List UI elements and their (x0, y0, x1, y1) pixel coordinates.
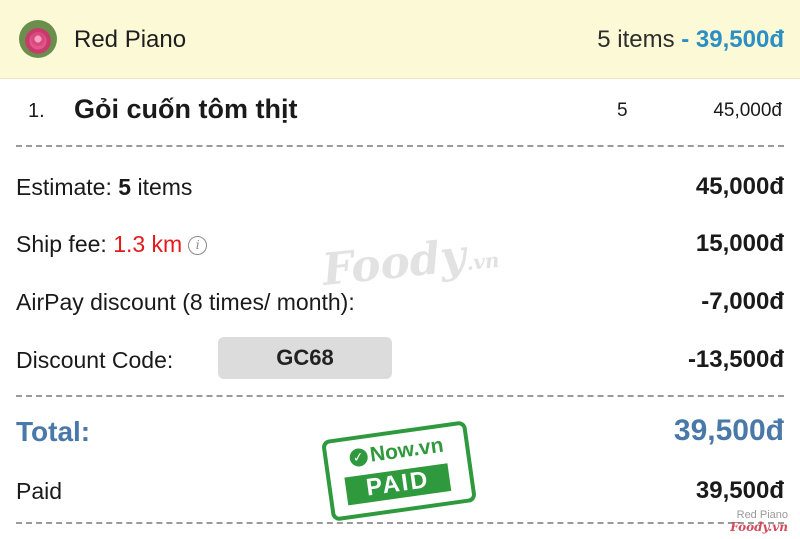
airpay-discount-label: AirPay discount (8 times/ month): (16, 289, 355, 315)
order-item-row: 1. Gỏi cuốn tôm thịt 5 45,000đ (0, 78, 800, 144)
estimate-row: Estimate: 5 items 45,000đ (16, 168, 784, 208)
airpay-discount-value: -7,000đ (701, 288, 784, 315)
estimate-value: 45,000đ (695, 173, 784, 200)
ship-fee-value: 15,000đ (695, 230, 784, 257)
check-icon: ✓ (348, 447, 369, 468)
item-index: 1. (28, 100, 45, 122)
airpay-discount-row: AirPay discount (8 times/ month): -7,000… (16, 283, 784, 323)
header-total: 39,500đ (695, 26, 784, 53)
discount-code-box[interactable]: GC68 (218, 337, 392, 379)
divider (16, 145, 784, 147)
corner-watermark: Red Piano Foody.vn (730, 509, 788, 534)
shop-name: Red Piano (74, 26, 187, 53)
total-label: Total: (16, 416, 91, 447)
divider (16, 522, 784, 524)
item-quantity: 5 (617, 100, 628, 121)
discount-code-value: -13,500đ (687, 346, 784, 373)
shop-avatar (19, 20, 57, 58)
paid-label: Paid (16, 478, 63, 504)
paid-value: 39,500đ (695, 477, 784, 504)
header-items-count: 5 items (597, 26, 675, 53)
order-header: Red Piano 5 items - 39,500đ (0, 0, 800, 79)
estimate-label: Estimate: 5 items (16, 174, 193, 200)
discount-code-label: Discount Code: (16, 347, 174, 373)
divider (16, 395, 784, 397)
ship-fee-label: Ship fee: 1.3 km i (16, 231, 208, 258)
info-icon[interactable]: i (188, 236, 208, 255)
item-price: 45,000đ (713, 100, 782, 121)
discount-code-row: Discount Code: GC68 -13,500đ (16, 337, 784, 381)
item-name: Gỏi cuốn tôm thịt (74, 94, 298, 124)
header-separator: - (681, 26, 690, 53)
total-value: 39,500đ (673, 414, 784, 447)
header-summary: 5 items - 39,500đ (597, 26, 784, 54)
ship-fee-row: Ship fee: 1.3 km i 15,000đ (16, 225, 784, 265)
ship-distance: 1.3 km (113, 231, 183, 257)
